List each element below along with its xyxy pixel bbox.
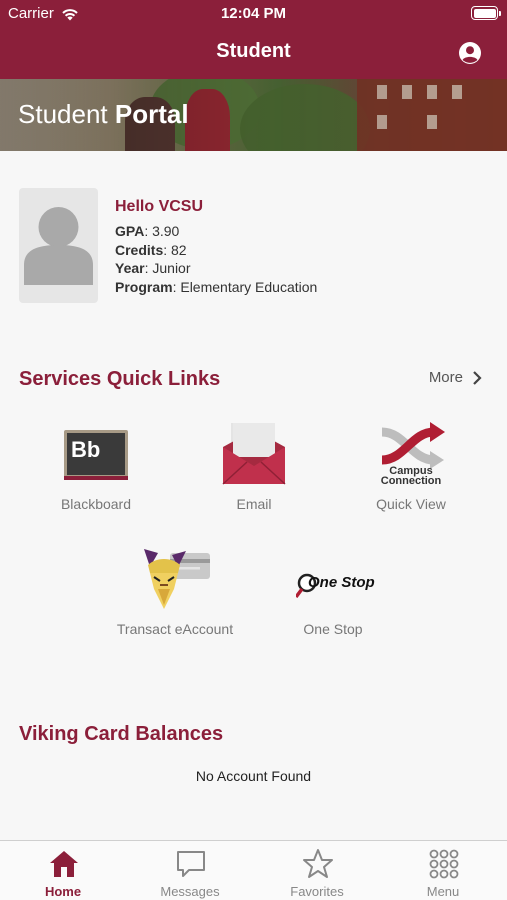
grid-menu-icon [429,849,459,879]
quick-link-label: Transact eAccount [116,621,234,637]
program-row: Program: Elementary Education [115,278,318,295]
viking-card-balances-title: Viking Card Balances [19,723,224,745]
tab-label: Messages [160,884,220,899]
gpa-row: GPA: 3.90 [115,223,180,239]
profile-details: Hello VCSU GPA: 3.90 Credits: 82 Year: J… [115,198,375,296]
year-row: Year: Junior [115,260,191,276]
account-profile-icon[interactable] [458,41,482,65]
quick-link-label: Blackboard [60,496,132,512]
blackboard-icon: Bb [59,420,133,494]
email-envelope-icon [217,420,291,494]
page-title: Student [216,40,291,62]
quick-link-blackboard[interactable]: Bb Blackboard [26,420,166,512]
greeting: Hello VCSU [115,198,204,215]
person-placeholder-icon [24,207,93,285]
quick-link-label: Email [236,496,272,512]
quick-link-email[interactable]: Email [184,420,324,512]
student-app-screen: Carrier 12:04 PM Student Student Portal … [0,0,507,900]
tab-menu[interactable]: Menu [380,841,506,900]
viking-card-icon [138,545,212,619]
chevron-right-icon [473,370,482,385]
credits-row: Credits: 82 [115,241,187,258]
battery-icon [471,6,501,20]
star-icon [303,849,333,878]
tab-favorites[interactable]: Favorites [254,841,380,900]
banner-title: Student Portal [18,99,189,129]
tab-label: Menu [426,884,460,899]
message-bubble-icon [177,851,205,877]
no-account-message: No Account Found [195,768,312,784]
avatar [19,188,98,303]
one-stop-icon: One Stop [296,545,375,619]
header-bar: Carrier 12:04 PM Student [0,0,507,79]
tab-messages[interactable]: Messages [127,841,253,900]
campus-connection-icon: Campus Connection [374,420,448,494]
tab-label: Favorites [290,884,344,899]
services-section-title: Services Quick Links [19,368,221,390]
quick-link-label: Quick View [376,496,446,512]
home-icon [50,851,78,877]
quick-link-transact-eaccount[interactable]: Transact eAccount [105,545,245,637]
quick-link-quick-view[interactable]: Campus Connection Quick View [341,420,481,512]
status-bar: Carrier 12:04 PM [0,0,507,28]
more-label: More [428,369,463,386]
quick-link-label: One Stop [303,621,363,637]
bottom-tab-bar: Home Messages Favorites Menu [0,840,507,900]
clock-label: 12:04 PM [220,5,287,22]
student-portal-banner: Student Portal [0,79,507,151]
quick-link-one-stop[interactable]: One Stop One Stop [263,545,403,637]
tab-label: Home [44,884,82,899]
services-more-button[interactable]: More [429,369,483,386]
tab-home[interactable]: Home [0,841,126,900]
